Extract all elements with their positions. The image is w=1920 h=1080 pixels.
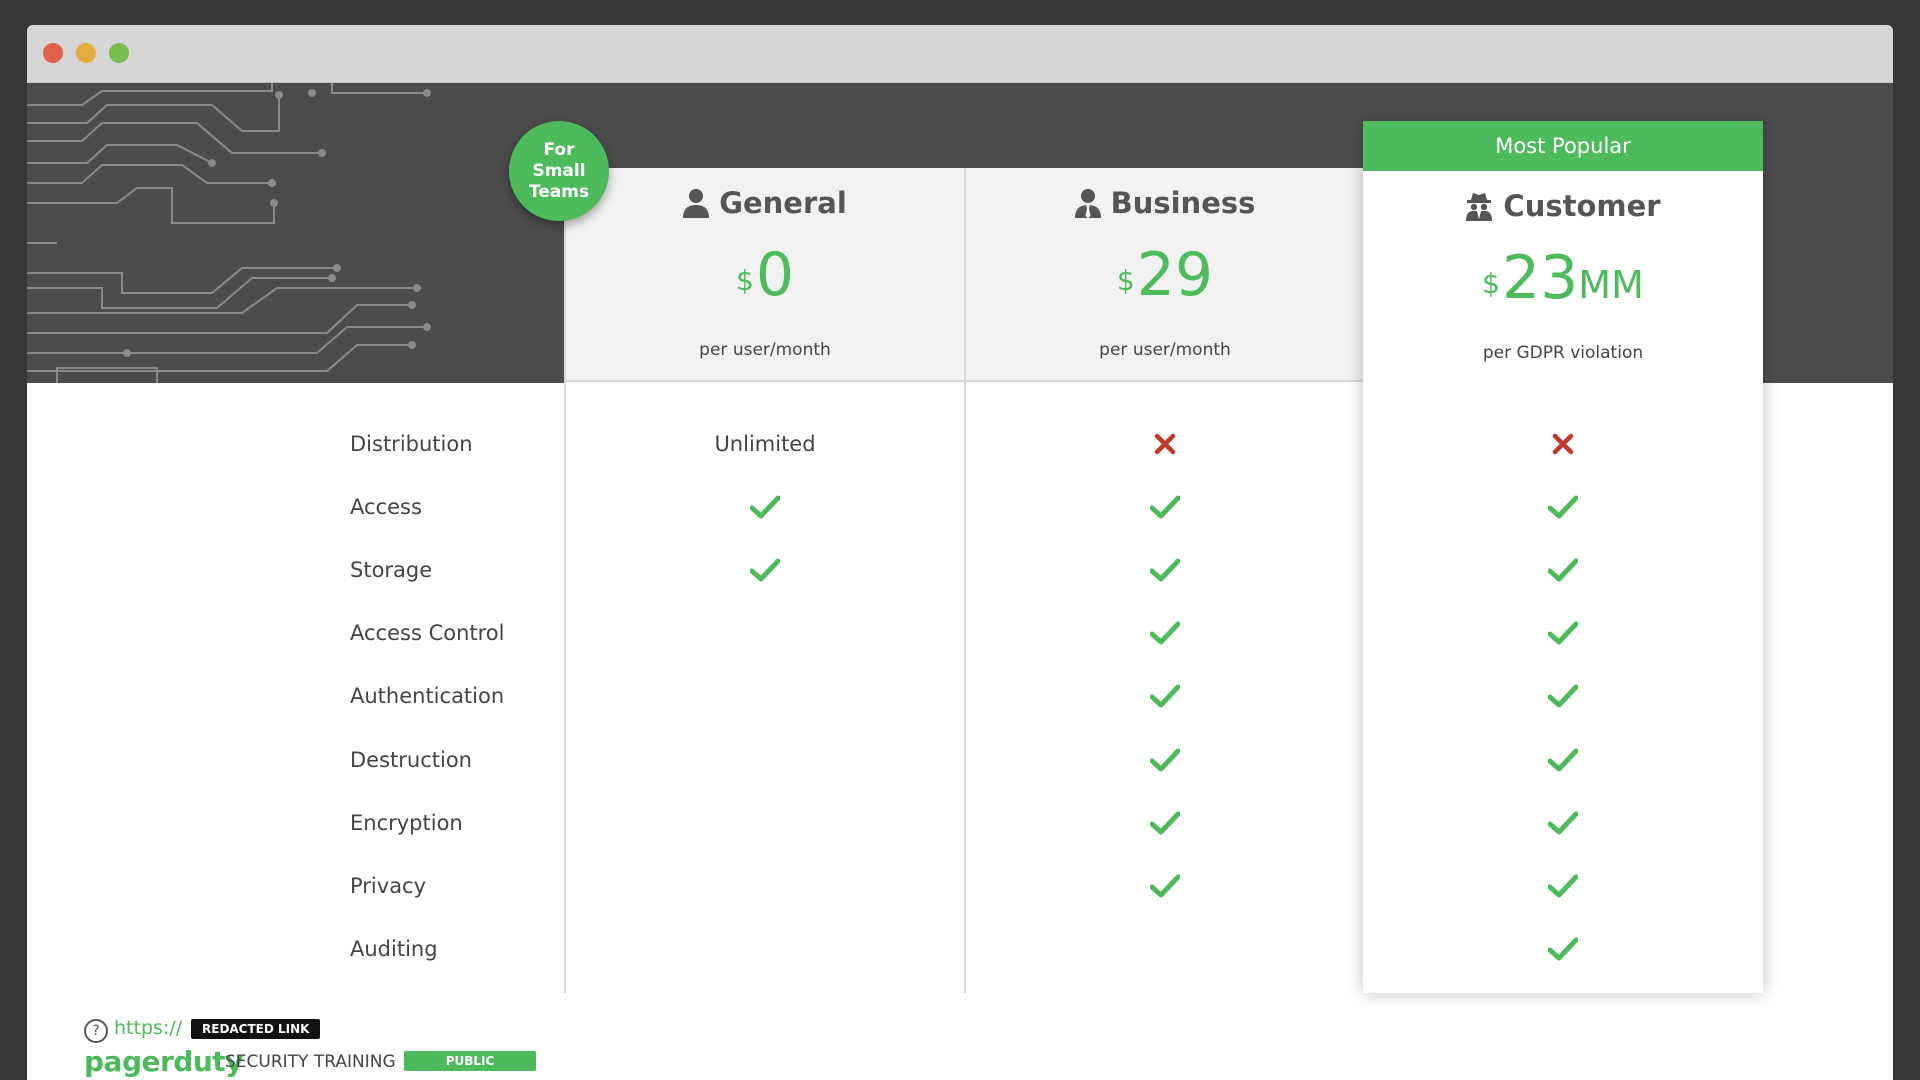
feature-value: Unlimited [714, 432, 816, 456]
redacted-link-label: REDACTED LINK [191, 1019, 321, 1039]
link-prefix[interactable]: https:// [114, 1017, 182, 1039]
plan-price: $23MM [1363, 243, 1763, 320]
badge-line: Small [532, 160, 586, 181]
spy-icon [1466, 193, 1493, 221]
check-icon [566, 550, 964, 590]
plan-name: Customer [1363, 189, 1763, 223]
close-window-button[interactable] [43, 43, 63, 63]
plan-header-general: General $0 per user/month [566, 168, 964, 382]
plan-price: $0 [566, 240, 964, 310]
currency-symbol: $ [735, 264, 754, 297]
pagerduty-logo: pagerduty [84, 1045, 243, 1078]
plan-name-text: Business [1110, 186, 1256, 220]
browser-window: Distribution Access Storage Access Control A… [27, 25, 1893, 1080]
maximize-window-button[interactable] [109, 43, 129, 63]
help-icon[interactable]: ? [84, 1019, 108, 1043]
businessman-icon [1074, 189, 1101, 218]
empty-cell [566, 676, 964, 716]
check-icon [966, 803, 1364, 843]
empty-cell [566, 866, 964, 906]
page-footer: ? https:// REDACTED LINK pagerduty SECUR… [84, 1017, 584, 1080]
badge-line: For [543, 139, 575, 160]
cross-icon [966, 424, 1364, 464]
price-period: per user/month [699, 340, 831, 360]
feature-label: Destruction [350, 747, 472, 772]
empty-cell [966, 929, 1364, 969]
empty-cell [566, 803, 964, 843]
plan-column-general: General $0 per user/month Unlimited [564, 168, 964, 993]
cross-icon [1363, 424, 1763, 464]
feature-label: Auditing [350, 936, 438, 961]
check-icon [1363, 740, 1763, 780]
user-icon [683, 189, 710, 218]
price-amount: 29 [1136, 240, 1214, 310]
price-period: per GDPR violation [1482, 343, 1644, 363]
feature-label: Access Control [350, 621, 505, 646]
check-icon [1363, 676, 1763, 716]
feature-label: Access [350, 495, 422, 520]
check-icon [566, 487, 964, 527]
check-icon [966, 866, 1364, 906]
feature-label: Encryption [350, 810, 463, 835]
check-icon [966, 740, 1364, 780]
minimize-window-button[interactable] [76, 43, 96, 63]
plan-price: $29 [966, 240, 1364, 310]
plan-name-text: General [719, 186, 847, 220]
check-icon [966, 550, 1364, 590]
title-bar [27, 25, 1893, 83]
price-amount: 0 [755, 240, 794, 310]
price-period: per user/month [1099, 340, 1231, 360]
plan-name: Business [966, 186, 1364, 220]
check-icon [1363, 550, 1763, 590]
public-classification-badge: PUBLIC [404, 1051, 536, 1071]
feature-label: Storage [350, 558, 433, 583]
check-icon [966, 487, 1364, 527]
check-icon [1363, 866, 1763, 906]
plan-column-customer: Most Popular Customer $23MM per GDPR vio… [1363, 121, 1763, 993]
check-icon [966, 613, 1364, 653]
plan-header-business: Business $29 per user/month [966, 168, 1364, 382]
circuit-decoration [27, 83, 431, 383]
security-training-label: SECURITY TRAINING [225, 1052, 396, 1072]
check-icon [1363, 929, 1763, 969]
plan-header-customer: Customer $23MM per GDPR violation [1363, 171, 1763, 383]
empty-cell [566, 929, 964, 969]
empty-cell [566, 613, 964, 653]
most-popular-banner: Most Popular [1363, 121, 1763, 171]
badge-line: Teams [528, 181, 590, 202]
check-icon [1363, 487, 1763, 527]
check-icon [966, 676, 1364, 716]
feature-label: Authentication [350, 684, 505, 709]
plan-name-text: Customer [1503, 189, 1661, 223]
plan-column-business: Business $29 per user/month [964, 168, 1366, 993]
currency-symbol: $ [1116, 264, 1135, 297]
check-icon [1363, 803, 1763, 843]
currency-symbol: $ [1482, 267, 1500, 300]
feature-label: Distribution [350, 432, 473, 456]
feature-label: Privacy [350, 873, 427, 898]
plan-name: General [566, 186, 964, 220]
price-amount: 23 [1501, 243, 1579, 313]
for-small-teams-badge: For Small Teams [509, 121, 609, 221]
price-suffix: MM [1578, 263, 1644, 307]
check-icon [1363, 613, 1763, 653]
empty-cell [566, 740, 964, 780]
